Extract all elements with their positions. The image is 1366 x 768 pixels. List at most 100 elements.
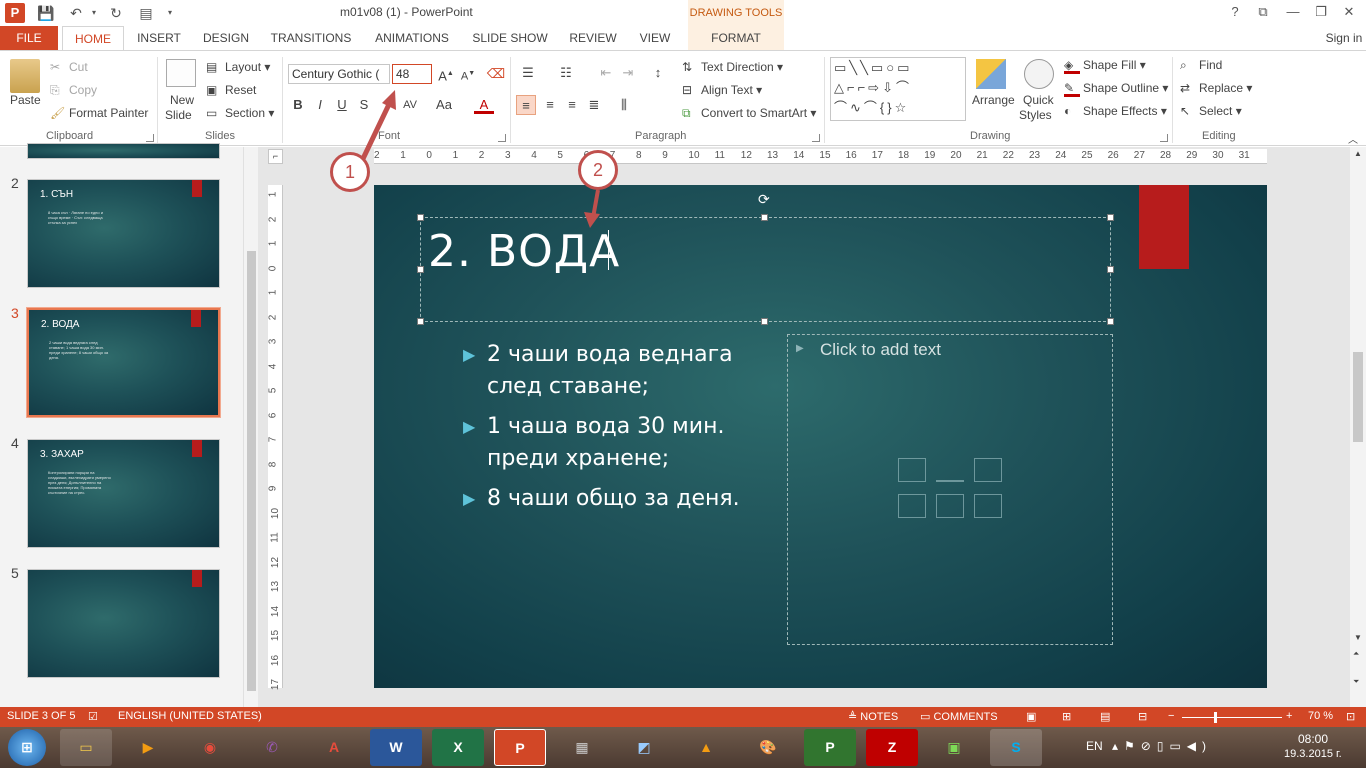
paste-button[interactable]: Paste — [10, 93, 41, 107]
tab-transitions[interactable]: TRANSITIONS — [268, 26, 354, 50]
numbering-icon[interactable]: ☷ — [556, 63, 576, 83]
slide-thumbnail-1[interactable] — [27, 143, 220, 159]
slide-thumbnail-2[interactable]: 1. СЪН 8 часа сън · Лягане по едно и същ… — [27, 179, 220, 288]
collapse-ribbon-icon[interactable]: ︿ — [1348, 131, 1358, 146]
notes-button[interactable]: ≜ NOTES — [848, 710, 898, 723]
save-icon[interactable]: 💾 — [36, 3, 56, 23]
bullet-text[interactable]: 2 чаши вода веднага след ставане; — [487, 339, 777, 403]
zoom-slider[interactable] — [1182, 717, 1282, 718]
previous-slide-icon[interactable]: ⏶ — [1353, 649, 1359, 659]
line-spacing-icon[interactable]: ↕ — [648, 63, 668, 83]
insert-video-icon[interactable] — [974, 494, 1002, 518]
shapes-gallery[interactable]: ▭╲╲▭○▭ △⌐⌐⇨⇩⌒ ⌒∿⌒{}☆ — [830, 57, 966, 121]
find-button[interactable]: ⌕ Find — [1180, 58, 1222, 74]
grow-font-icon[interactable]: A▲ — [436, 64, 456, 84]
thumbnail-scrollbar[interactable] — [243, 147, 258, 707]
minimize-button[interactable]: — — [1280, 2, 1306, 22]
drawing-launcher-icon[interactable] — [1160, 134, 1168, 142]
file-explorer-icon[interactable]: ▭ — [60, 729, 112, 766]
resize-handle[interactable] — [761, 214, 768, 221]
customize-qat-icon[interactable]: ▾ — [160, 3, 180, 23]
word-icon[interactable]: W — [370, 729, 422, 766]
camtasia-icon[interactable]: ▣ — [928, 729, 980, 766]
shadow-button[interactable]: S — [354, 95, 374, 115]
spellcheck-icon[interactable]: ☑ — [88, 710, 98, 723]
slide-thumbnail-3[interactable]: 2. ВОДА 2 чаши вода веднага след ставане… — [26, 307, 221, 418]
clock-date[interactable]: 19.3.2015 г. — [1284, 748, 1342, 760]
fit-slide-icon[interactable]: ⊡ — [1346, 710, 1355, 723]
tray-icons[interactable]: ▴⚑⊘▯▭◀) — [1112, 739, 1212, 753]
layout-button[interactable]: ▤ Layout ▾ — [206, 60, 270, 76]
media-player-icon[interactable]: ▶ — [122, 729, 174, 766]
resize-handle[interactable] — [761, 318, 768, 325]
align-center-icon[interactable]: ≡ — [540, 95, 560, 115]
placeholder-text[interactable]: Click to add text — [820, 340, 941, 360]
align-left-icon[interactable]: ≡ — [516, 95, 536, 115]
powerpoint-taskbar-icon[interactable]: P — [494, 729, 546, 766]
tab-review[interactable]: REVIEW — [566, 26, 620, 50]
insert-chart-icon[interactable] — [936, 458, 964, 482]
zoom-level[interactable]: 70 % — [1308, 710, 1333, 722]
resize-handle[interactable] — [417, 214, 424, 221]
tab-format[interactable]: FORMAT — [688, 26, 784, 50]
paste-icon[interactable] — [10, 59, 40, 93]
language-indicator[interactable]: ENGLISH (UNITED STATES) — [118, 710, 262, 722]
tab-file[interactable]: FILE — [0, 26, 58, 50]
autocad-icon[interactable]: A — [308, 729, 360, 766]
bold-button[interactable]: B — [288, 95, 308, 115]
change-case-button[interactable]: Aa — [432, 95, 456, 115]
tab-home[interactable]: HOME — [62, 26, 124, 50]
calculator-icon[interactable]: ▦ — [556, 729, 608, 766]
format-painter-button[interactable]: 🖌 Format Painter — [50, 106, 148, 122]
start-button-icon[interactable]: ⊞ — [8, 729, 46, 766]
paragraph-launcher-icon[interactable] — [812, 134, 820, 142]
quick-styles-icon[interactable] — [1024, 59, 1054, 89]
slide-sorter-icon[interactable]: ⊞ — [1062, 710, 1071, 723]
italic-button[interactable]: I — [310, 95, 330, 115]
normal-view-icon[interactable]: ▣ — [1026, 710, 1036, 723]
resize-handle[interactable] — [417, 266, 424, 273]
next-slide-icon[interactable]: ⏷ — [1353, 677, 1359, 687]
font-size-combo[interactable]: 48 — [392, 64, 432, 84]
quick-styles-line1[interactable]: Quick — [1023, 93, 1054, 107]
reading-view-icon[interactable]: ▤ — [1100, 710, 1110, 723]
justify-icon[interactable]: ≣ — [584, 95, 604, 115]
sign-in-link[interactable]: Sign in — [1324, 26, 1364, 50]
replace-button[interactable]: ⇄ Replace ▾ — [1180, 81, 1252, 97]
text-direction-button[interactable]: ⇅ Text Direction ▾ — [682, 60, 783, 76]
filezilla-icon[interactable]: Z — [866, 729, 918, 766]
zoom-out-button[interactable]: − — [1168, 710, 1174, 722]
tab-design[interactable]: DESIGN — [200, 26, 252, 50]
powerpoint-logo-icon[interactable]: P — [5, 3, 25, 23]
resize-handle[interactable] — [1107, 318, 1114, 325]
decrease-indent-icon[interactable]: ⇤ — [596, 63, 616, 83]
bullet-text[interactable]: 8 чаши общо за деня. — [487, 483, 777, 515]
font-name-combo[interactable]: Century Gothic ( — [288, 64, 390, 84]
resize-handle[interactable] — [417, 318, 424, 325]
shape-fill-button[interactable]: ◈ Shape Fill ▾ — [1064, 58, 1146, 74]
increase-indent-icon[interactable]: ⇥ — [618, 63, 638, 83]
close-button[interactable]: ✕ — [1336, 2, 1362, 22]
tab-selector[interactable]: ⌐ — [268, 149, 283, 164]
character-spacing-button[interactable]: AV — [398, 95, 422, 115]
resize-handle[interactable] — [1107, 214, 1114, 221]
select-button[interactable]: ↖ Select ▾ — [1180, 104, 1242, 120]
copy-button[interactable]: ⎘ Copy — [50, 83, 97, 99]
font-color-button[interactable]: A — [474, 95, 494, 114]
reset-button[interactable]: ▣ Reset — [206, 83, 256, 99]
shrink-font-icon[interactable]: A▼ — [458, 64, 478, 84]
undo-icon[interactable]: ↶ — [66, 3, 86, 23]
insert-online-picture-icon[interactable] — [936, 494, 964, 518]
skype-icon[interactable]: S — [990, 729, 1042, 766]
tab-insert[interactable]: INSERT — [136, 26, 182, 50]
scroll-down-icon[interactable]: ▼ — [1354, 633, 1362, 642]
help-button[interactable]: ? — [1222, 2, 1248, 22]
slide-scrollbar[interactable]: ▲ ▼ ⏶ ⏷ — [1350, 147, 1366, 707]
restore-button[interactable]: ❐ — [1308, 2, 1334, 22]
undo-dropdown-icon[interactable]: ▾ — [84, 3, 104, 23]
new-slide-button-line2[interactable]: Slide — [165, 108, 192, 122]
underline-button[interactable]: U — [332, 95, 352, 115]
slide-thumbnail-5[interactable] — [27, 569, 220, 678]
insert-smartart-icon[interactable] — [974, 458, 1002, 482]
cut-button[interactable]: ✂ Cut — [50, 60, 88, 76]
